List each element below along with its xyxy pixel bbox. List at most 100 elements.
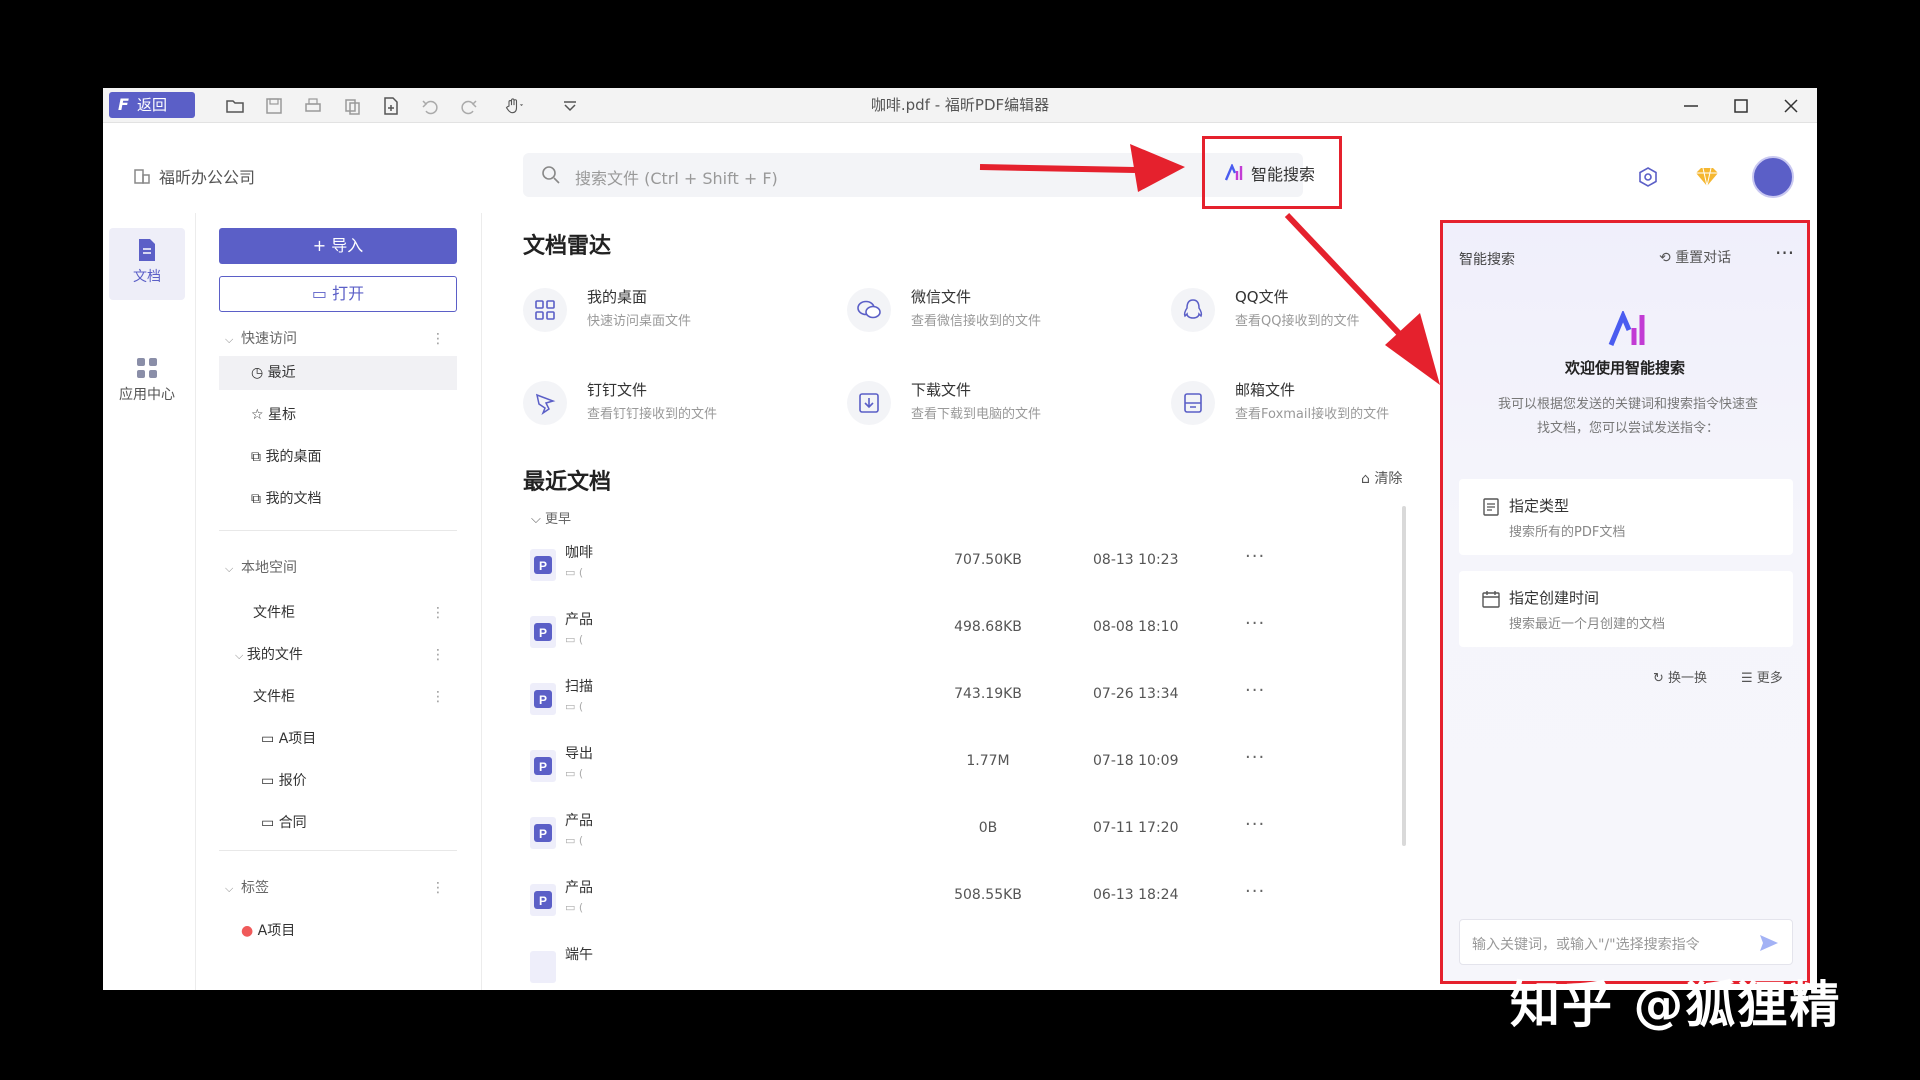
- company-label: 福昕办公公司: [159, 168, 256, 187]
- file-size: 508.55KB: [954, 887, 1022, 903]
- download-icon: [847, 381, 891, 425]
- send-icon[interactable]: [1758, 932, 1780, 954]
- sidebar-item-cabinet[interactable]: 文件柜 ⋮: [219, 596, 457, 630]
- ai-logo-icon: [1608, 311, 1645, 346]
- radar-dingtalk[interactable]: 钉钉文件 查看钉钉接收到的文件: [523, 375, 843, 435]
- smart-search-button[interactable]: 智能搜索: [1202, 136, 1342, 209]
- close-icon[interactable]: [1777, 93, 1805, 119]
- radar-title: 我的桌面: [587, 288, 648, 306]
- open-folder-icon: ▭: [311, 284, 333, 303]
- more-icon[interactable]: ···: [1245, 546, 1265, 567]
- sidebar-item-recent[interactable]: ◷ 最近: [219, 356, 457, 390]
- folder-icon: ▭: [261, 773, 279, 789]
- file-search-input[interactable]: 搜索文件 (Ctrl + Shift + F): [523, 153, 1303, 197]
- more-icon[interactable]: ⋮: [431, 680, 445, 714]
- maximize-icon[interactable]: [1727, 93, 1755, 119]
- file-date: 07-18 10:09: [1093, 753, 1179, 769]
- reset-dialog-button[interactable]: ⟲ 重置对话: [1659, 247, 1731, 267]
- input-placeholder: 输入关键词，或输入"/"选择搜索指令: [1472, 937, 1700, 953]
- chevron-down-icon: ⌵: [235, 649, 247, 662]
- more-icon[interactable]: ···: [1245, 881, 1265, 902]
- app-grid-icon: [137, 358, 157, 378]
- more-suggestions-button[interactable]: ☰ 更多: [1741, 667, 1783, 686]
- shortcut-icon: ⧉: [251, 449, 266, 465]
- sidebar-separator: [219, 850, 457, 851]
- sidebar-folder-a[interactable]: ▭ A项目: [219, 722, 457, 756]
- file-date: 06-13 18:24: [1093, 887, 1179, 903]
- radar-wechat[interactable]: 微信文件 查看微信接收到的文件: [847, 282, 1167, 342]
- sidebar-item-label: 合同: [278, 815, 307, 831]
- table-row[interactable]: P 导出 ▭ ( 1.77M 07-18 10:09 ···: [523, 737, 1265, 803]
- welcome-heading: 欢迎使用智能搜索: [1564, 359, 1685, 377]
- nav-docs-label: 文档: [133, 269, 161, 285]
- import-button[interactable]: + 导入: [219, 228, 457, 264]
- company-name[interactable]: 福昕办公公司: [133, 164, 255, 188]
- section-local-space[interactable]: ⌵ 本地空间: [219, 554, 457, 582]
- smart-search-panel: 智能搜索 ⟲ 重置对话 ··· 欢迎使用智能搜索 我可以根据您发送的关键词和搜索…: [1440, 220, 1810, 984]
- clear-button[interactable]: ⌂ 清除: [1361, 468, 1402, 488]
- minimize-icon[interactable]: [1677, 93, 1705, 119]
- table-row[interactable]: P 产品 ▭ ( 508.55KB 06-13 18:24 ···: [523, 871, 1265, 937]
- file-name: 端午: [565, 947, 593, 963]
- more-icon[interactable]: ⋮: [431, 874, 445, 902]
- open-label: 打开: [332, 284, 365, 303]
- more-icon[interactable]: ···: [1245, 680, 1265, 701]
- sidebar-separator: [219, 530, 457, 531]
- radar-title: 下载文件: [911, 381, 972, 399]
- section-tags[interactable]: ⌵ 标签 ⋮: [219, 874, 457, 902]
- file-name: 咖啡: [565, 545, 593, 561]
- nav-apps[interactable]: 应用中心: [109, 350, 185, 422]
- more-icon[interactable]: ⋮: [431, 596, 445, 630]
- folder-icon: ▭: [261, 815, 279, 831]
- pdf-file-icon: P: [530, 817, 556, 849]
- sidebar-item-starred[interactable]: ☆ 星标: [219, 398, 457, 432]
- more-icon[interactable]: ···: [1775, 241, 1794, 265]
- table-row[interactable]: P 扫描 ▭ ( 743.19KB 07-26 13:34 ···: [523, 670, 1265, 736]
- sidebar-item-cabinet-2[interactable]: 文件柜 ⋮: [219, 680, 457, 714]
- sidebar-item-my-files[interactable]: ⌵ 我的文件 ⋮: [219, 638, 457, 672]
- folder-icon: ▭ (: [565, 566, 584, 579]
- svg-text:P: P: [539, 626, 547, 640]
- sidebar-item-label: 星标: [268, 407, 297, 423]
- more-icon[interactable]: ···: [1245, 613, 1265, 634]
- suggestion-type[interactable]: 指定类型 搜索所有的PDF文档: [1459, 479, 1793, 555]
- swap-button[interactable]: ↻ 换一换: [1653, 667, 1707, 686]
- radar-mail[interactable]: 邮箱文件 查看Foxmail接收到的文件: [1171, 375, 1411, 435]
- settings-icon[interactable]: [1633, 162, 1663, 192]
- radar-downloads[interactable]: 下载文件 查看下载到电脑的文件: [847, 375, 1167, 435]
- pdf-file-icon: P: [530, 616, 556, 648]
- table-row[interactable]: P 产品 ▭ ( 0B 07-11 17:20 ···: [523, 804, 1265, 870]
- table-row[interactable]: 端午: [523, 938, 1263, 990]
- file-date: 07-11 17:20: [1093, 820, 1179, 836]
- group-earlier[interactable]: ⌵ 更早: [531, 508, 571, 527]
- clear-label: 清除: [1374, 471, 1403, 487]
- pdf-file-icon: P: [530, 884, 556, 916]
- radar-my-desktop[interactable]: 我的桌面 快速访问桌面文件: [523, 282, 843, 342]
- nav-docs[interactable]: 文档: [109, 228, 185, 300]
- sidebar-folder-contract[interactable]: ▭ 合同: [219, 806, 457, 840]
- more-icon[interactable]: ···: [1245, 814, 1265, 835]
- suggestion-created-time[interactable]: 指定创建时间 搜索最近一个月创建的文档: [1459, 571, 1793, 647]
- open-button[interactable]: ▭ 打开: [219, 276, 457, 312]
- more-icon[interactable]: ···: [1245, 747, 1265, 768]
- sidebar-item-my-desktop[interactable]: ⧉ 我的桌面: [219, 440, 457, 474]
- file-list-scrollbar[interactable]: [1402, 506, 1406, 846]
- sidebar-tag-a[interactable]: ● A项目: [219, 914, 457, 948]
- section-quick-access[interactable]: ⌵ 快速访问 ⋮: [219, 325, 457, 353]
- radar-subtitle: 快速访问桌面文件: [587, 314, 692, 329]
- table-row[interactable]: P 产品 ▭ ( 498.68KB 08-08 18:10 ···: [523, 603, 1265, 669]
- table-row[interactable]: P 咖啡 ▭ ( 707.50KB 08-13 10:23 ···: [523, 536, 1265, 602]
- file-name: 扫描: [565, 679, 593, 695]
- more-icon[interactable]: ⋮: [431, 325, 445, 353]
- sidebar-item-my-docs[interactable]: ⧉ 我的文档: [219, 482, 457, 516]
- smart-search-input[interactable]: 输入关键词，或输入"/"选择搜索指令: [1459, 919, 1793, 965]
- file-name: 产品: [565, 880, 593, 896]
- vip-diamond-icon[interactable]: [1692, 162, 1722, 192]
- pdf-file-icon: P: [530, 549, 556, 581]
- user-avatar[interactable]: [1752, 156, 1794, 198]
- more-icon[interactable]: ⋮: [431, 638, 445, 672]
- welcome-description: 我可以根据您发送的关键词和搜索指令快速查找文档，您可以尝试发送指令：: [1497, 397, 1758, 436]
- sidebar-folder-quote[interactable]: ▭ 报价: [219, 764, 457, 798]
- radar-title: 钉钉文件: [587, 381, 648, 399]
- radar-qq[interactable]: QQ文件 查看QQ接收到的文件: [1171, 282, 1411, 342]
